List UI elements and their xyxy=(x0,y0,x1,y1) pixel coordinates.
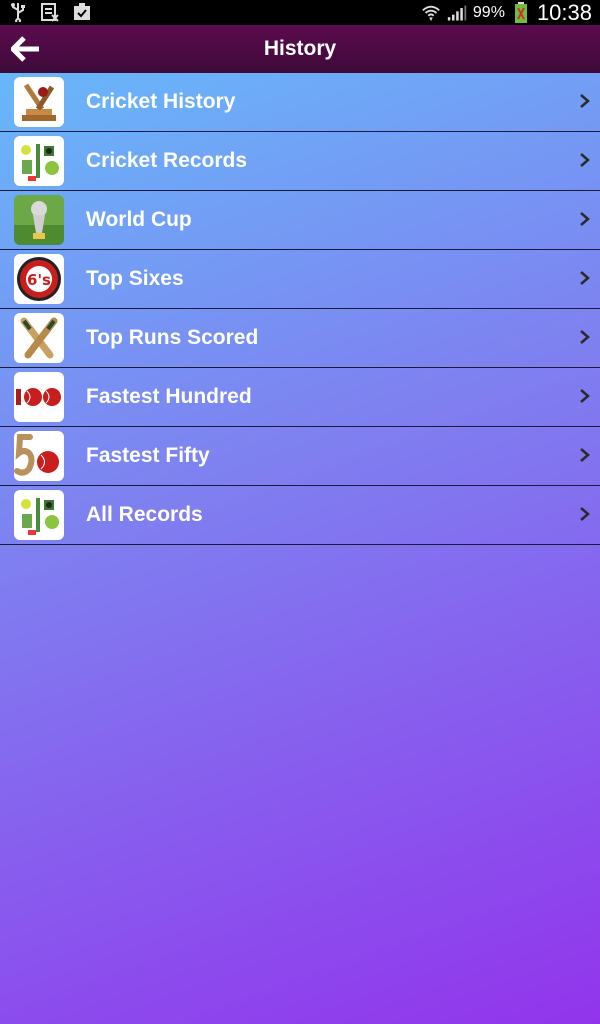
chevron-right-icon xyxy=(580,448,590,462)
chevron-right-icon xyxy=(580,212,590,226)
list-item-fastest-hundred[interactable]: Fastest Hundred xyxy=(0,368,600,427)
chevron-right-icon xyxy=(580,94,590,108)
clock: 10:38 xyxy=(536,0,592,25)
chevron-right-icon xyxy=(580,153,590,167)
list-item-world-cup[interactable]: World Cup xyxy=(0,191,600,250)
cricket-trophy-icon xyxy=(14,77,64,127)
wifi-icon xyxy=(421,3,441,23)
page-title: History xyxy=(263,37,337,60)
list-item-label: All Records xyxy=(86,503,203,526)
svg-text:6's: 6's xyxy=(27,271,51,289)
battery-percent: 99% xyxy=(472,3,505,21)
sim-icon xyxy=(40,2,60,22)
battery-icon xyxy=(511,1,531,23)
list-item-label: World Cup xyxy=(86,208,192,231)
list-item-label: Cricket History xyxy=(86,90,236,113)
chevron-right-icon xyxy=(580,507,590,521)
cricket-collage-icon xyxy=(14,136,64,186)
back-arrow-icon xyxy=(11,36,39,62)
list-item-cricket-records[interactable]: Cricket Records xyxy=(0,132,600,191)
chevron-right-icon xyxy=(580,389,590,403)
list-item-top-sixes[interactable]: 6's Top Sixes xyxy=(0,250,600,309)
hundred-balls-icon xyxy=(14,372,64,422)
list-item-label: Fastest Fifty xyxy=(86,444,210,467)
history-list: Cricket History Cricket Records World Cu… xyxy=(0,73,600,545)
list-item-label: Fastest Hundred xyxy=(86,385,252,408)
status-right: 99% 10:38 xyxy=(421,0,592,25)
crossed-bats-icon xyxy=(14,313,64,363)
back-button[interactable] xyxy=(6,31,46,67)
chevron-right-icon xyxy=(580,271,590,285)
usb-icon xyxy=(8,2,28,22)
list-item-cricket-history[interactable]: Cricket History xyxy=(0,73,600,132)
cricket-collage-icon xyxy=(14,490,64,540)
list-item-all-records[interactable]: All Records xyxy=(0,486,600,545)
fifty-ball-icon xyxy=(14,431,64,481)
status-left xyxy=(8,2,92,22)
list-item-fastest-fifty[interactable]: Fastest Fifty xyxy=(0,427,600,486)
signal-icon xyxy=(447,3,467,23)
sixes-ball-icon: 6's xyxy=(14,254,64,304)
list-item-label: Top Sixes xyxy=(86,267,184,290)
chevron-right-icon xyxy=(580,330,590,344)
world-cup-icon xyxy=(14,195,64,245)
app-bar: History xyxy=(0,25,600,73)
clipboard-check-icon xyxy=(72,2,92,22)
list-item-label: Cricket Records xyxy=(86,149,248,172)
list-item-label: Top Runs Scored xyxy=(86,326,259,349)
status-bar: 99% 10:38 xyxy=(0,0,600,25)
list-item-top-runs-scored[interactable]: Top Runs Scored xyxy=(0,309,600,368)
